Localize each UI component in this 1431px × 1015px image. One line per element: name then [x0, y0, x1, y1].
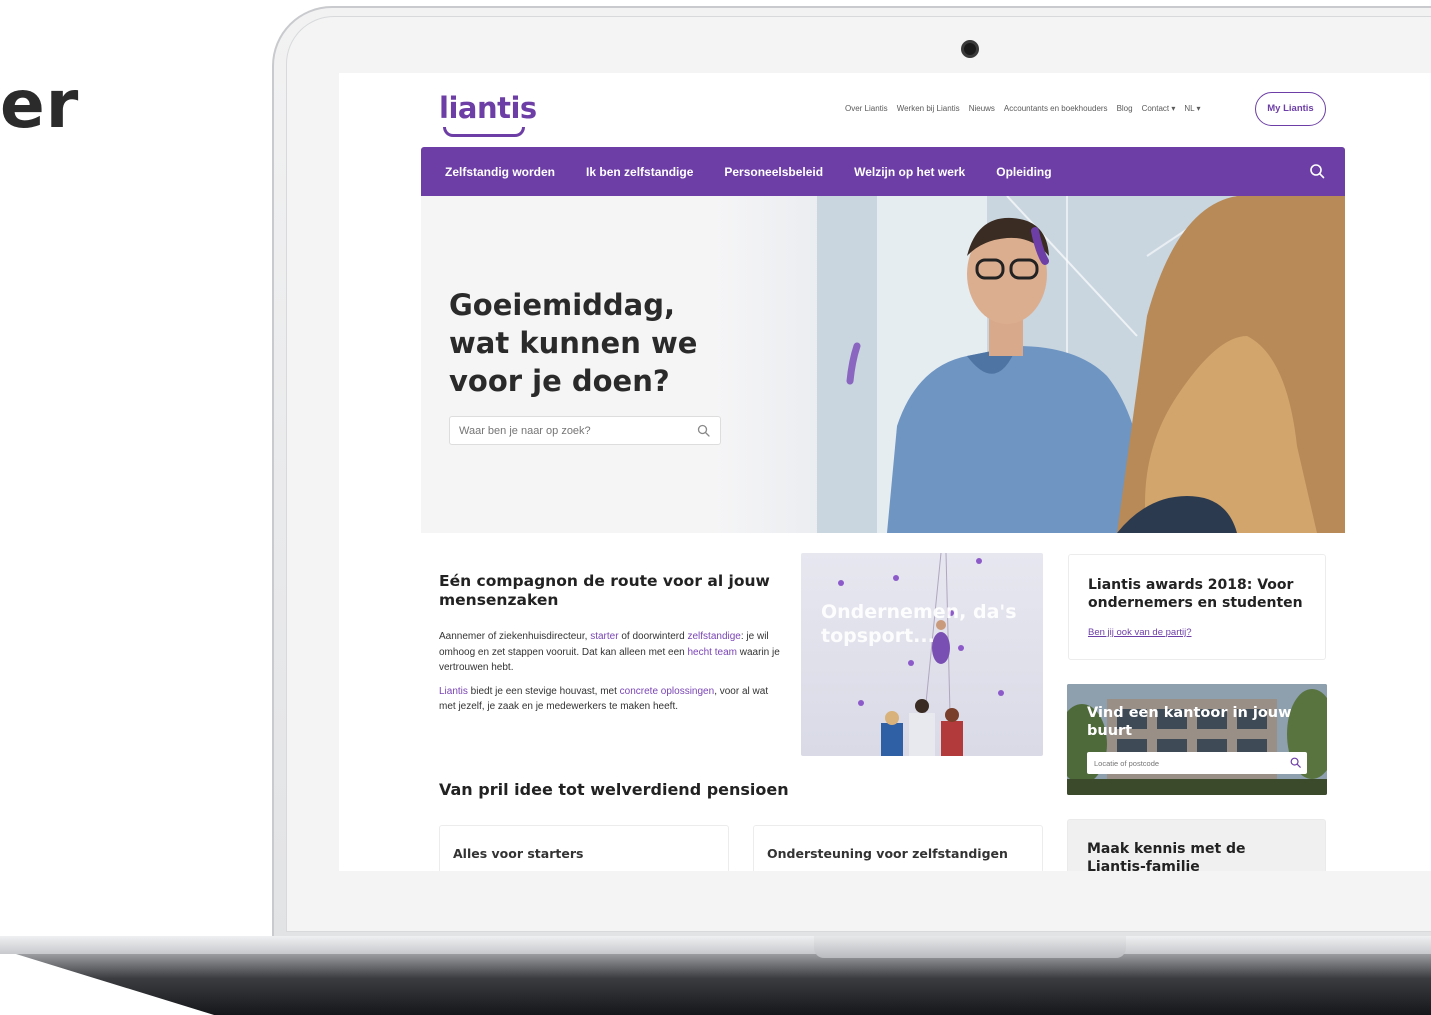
- intro-text: biedt je een stevige houvast, met: [467, 685, 620, 697]
- logo-smile-icon: [443, 127, 525, 137]
- slide-partial-title: er: [0, 66, 80, 143]
- search-icon[interactable]: [1290, 757, 1301, 768]
- topnav-language[interactable]: NL ▾: [1184, 104, 1200, 113]
- search-icon[interactable]: [1309, 163, 1325, 179]
- webcam: [961, 40, 979, 58]
- awards-link[interactable]: Ben jij ook van de partij?: [1088, 627, 1192, 638]
- nav-welzijn[interactable]: Welzijn op het werk: [854, 165, 965, 179]
- intro-paragraph-2: Liantis biedt je een stevige houvast, me…: [439, 684, 785, 715]
- zelfstandigen-card[interactable]: Ondersteuning voor zelfstandigen: [753, 825, 1043, 871]
- topnav-over-liantis[interactable]: Over Liantis: [845, 104, 888, 113]
- climbing-wall-photo: [838, 553, 1004, 756]
- intro-text: Aannemer of ziekenhuisdirecteur,: [439, 631, 591, 642]
- office-finder-title: Vind een kantoor in jouw buurt: [1087, 705, 1292, 739]
- topsport-card[interactable]: Ondernemen, da's topsport...: [801, 553, 1043, 756]
- topnav-blog[interactable]: Blog: [1117, 104, 1133, 113]
- intro-heading: Eén compagnon de route voor al jouw mens…: [439, 572, 770, 609]
- main-nav: Zelfstandig worden Ik ben zelfstandige P…: [421, 147, 1345, 196]
- hero-search-input[interactable]: [450, 417, 680, 444]
- office-finder-card: Vind een kantoor in jouw buurt: [1067, 684, 1327, 795]
- hero-photo: [817, 196, 1345, 533]
- hero-banner: Goeiemiddag, wat kunnen we voor je doen?: [421, 196, 1345, 533]
- family-title: Maak kennis met de Liantis-familie: [1087, 841, 1246, 871]
- starters-card[interactable]: Alles voor starters: [439, 825, 729, 871]
- nav-ik-ben-zelfstandige[interactable]: Ik ben zelfstandige: [586, 165, 693, 179]
- hero-search-box[interactable]: [449, 416, 721, 445]
- topnav-contact[interactable]: Contact ▾: [1142, 104, 1176, 113]
- topnav-werken[interactable]: Werken bij Liantis: [897, 104, 960, 113]
- starters-title: Alles voor starters: [453, 846, 584, 861]
- nav-personeelsbeleid[interactable]: Personeelsbeleid: [724, 165, 823, 179]
- topnav-accountants[interactable]: Accountants en boekhouders: [1004, 104, 1108, 113]
- hero-greeting: Goeiemiddag, wat kunnen we voor je doen?: [449, 288, 698, 398]
- nav-opleiding[interactable]: Opleiding: [996, 165, 1051, 179]
- awards-title: Liantis awards 2018: Voor ondernemers en…: [1088, 577, 1303, 611]
- logo-wordmark: liantis: [439, 91, 537, 125]
- awards-card[interactable]: Liantis awards 2018: Voor ondernemers en…: [1068, 554, 1326, 660]
- laptop-screen: liantis Over Liantis Werken bij Liantis …: [339, 73, 1431, 871]
- intro-text: of doorwinterd: [618, 631, 688, 642]
- laptop-hinge-notch: [814, 936, 1126, 958]
- link-concrete-oplossingen[interactable]: concrete oplossingen: [620, 686, 715, 697]
- topnav-nieuws[interactable]: Nieuws: [969, 104, 995, 113]
- topsport-title: Ondernemen, da's topsport...: [821, 601, 1017, 647]
- site-logo[interactable]: liantis: [439, 91, 539, 137]
- laptop-base-top: [0, 936, 1431, 954]
- laptop-base-bottom: [16, 954, 1431, 1015]
- family-card[interactable]: Maak kennis met de Liantis-familie: [1067, 819, 1326, 871]
- zelfstandigen-title: Ondersteuning voor zelfstandigen: [767, 846, 1008, 861]
- link-liantis[interactable]: Liantis: [439, 686, 468, 697]
- mockup-stage: er liantis Over Liantis Werken bij Liant…: [0, 0, 1431, 1015]
- link-hecht-team[interactable]: hecht team: [688, 647, 737, 658]
- office-search-box[interactable]: [1087, 752, 1307, 774]
- lifecycle-heading: Van pril idee tot welverdiend pensioen: [439, 780, 789, 799]
- postcode-input[interactable]: [1087, 752, 1277, 774]
- utility-nav: Over Liantis Werken bij Liantis Nieuws A…: [845, 104, 1201, 113]
- intro-paragraph-1: Aannemer of ziekenhuisdirecteur, starter…: [439, 629, 785, 676]
- link-zelfstandige[interactable]: zelfstandige: [687, 631, 740, 642]
- nav-zelfstandig-worden[interactable]: Zelfstandig worden: [445, 165, 555, 179]
- link-starter[interactable]: starter: [590, 631, 618, 642]
- search-icon[interactable]: [697, 424, 710, 437]
- intro-body: Aannemer of ziekenhuisdirecteur, starter…: [439, 629, 785, 723]
- my-liantis-button[interactable]: My Liantis: [1255, 92, 1326, 126]
